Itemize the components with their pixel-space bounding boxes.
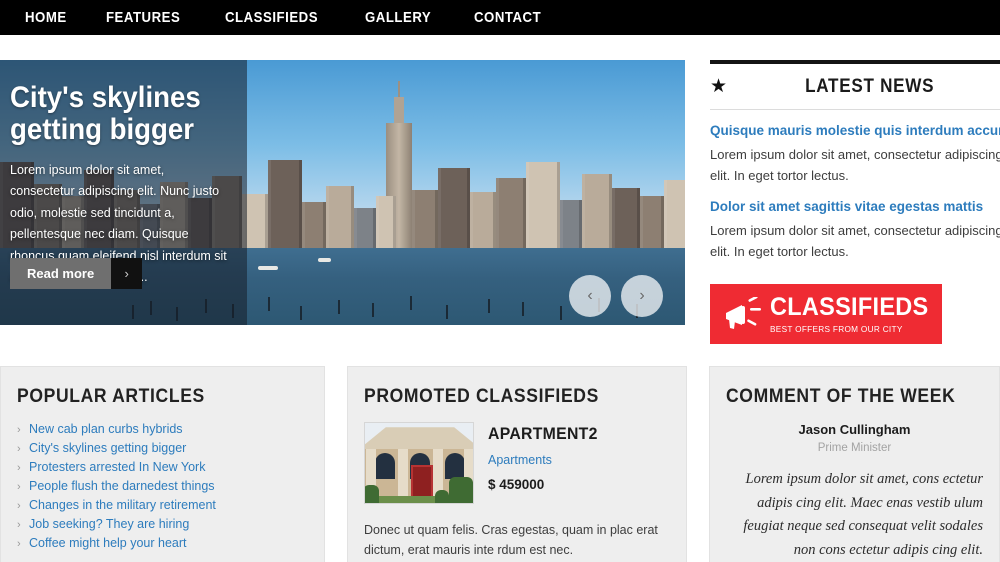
classifieds-banner-title: CLASSIFIEDS bbox=[770, 292, 929, 321]
listing-thumbnail-apartment[interactable] bbox=[364, 422, 474, 505]
hero-title: City's skylines getting bigger bbox=[10, 81, 201, 146]
comment-text: Lorem ipsum dolor sit amet, cons ectetur… bbox=[743, 471, 983, 558]
news-item-text: Lorem ipsum dolor sit amet, consectetur … bbox=[710, 223, 1000, 260]
nav-item-gallery[interactable]: GALLERY bbox=[350, 9, 446, 26]
popular-articles-list: › New cab plan curbs hybrids › City's sk… bbox=[17, 422, 308, 550]
nav-item-contact[interactable]: CONTACT bbox=[459, 9, 556, 26]
read-more-label: Read more bbox=[10, 258, 112, 289]
promoted-listing[interactable]: APARTMENT2 Apartments $ 459000 bbox=[364, 422, 670, 505]
list-item[interactable]: › Changes in the military retirement bbox=[17, 498, 308, 512]
news-item: Quisque mauris molestie quis interdum ac… bbox=[710, 110, 1000, 186]
star-icon: ★ bbox=[710, 76, 728, 97]
nav-item-home[interactable]: HOME bbox=[10, 9, 82, 26]
news-item: Dolor sit amet sagittis vitae egestas ma… bbox=[710, 186, 1000, 262]
chevron-right-icon: › bbox=[17, 462, 21, 475]
slider-prev-button[interactable]: ‹ bbox=[569, 275, 611, 317]
latest-news-header: ★ LATEST NEWS bbox=[710, 64, 1000, 110]
chevron-right-icon: › bbox=[111, 258, 143, 289]
popular-articles-title: POPULAR ARTICLES bbox=[17, 385, 205, 408]
chevron-right-icon: › bbox=[17, 481, 21, 494]
news-item-link[interactable]: Quisque mauris molestie quis interdum ac… bbox=[710, 123, 1000, 138]
chevron-left-icon: ‹ bbox=[587, 287, 593, 304]
article-link[interactable]: New cab plan curbs hybrids bbox=[29, 422, 183, 436]
list-item[interactable]: › Coffee might help your heart bbox=[17, 536, 308, 550]
latest-news-title: LATEST NEWS bbox=[805, 75, 935, 97]
listing-price: $ 459000 bbox=[488, 477, 545, 493]
listing-info: APARTMENT2 Apartments $ 459000 bbox=[488, 422, 606, 504]
main-navigation: HOME FEATURES CLASSIFIEDS GALLERY CONTAC… bbox=[0, 0, 1000, 35]
chevron-right-icon: › bbox=[17, 424, 21, 437]
chevron-right-icon: › bbox=[17, 500, 21, 513]
listing-category-link[interactable]: Apartments bbox=[488, 453, 606, 467]
latest-news-panel: ★ LATEST NEWS Quisque mauris molestie qu… bbox=[710, 60, 1000, 262]
chevron-right-icon: › bbox=[17, 538, 21, 551]
article-link[interactable]: Job seeking? They are hiring bbox=[29, 517, 189, 531]
news-item-text: Lorem ipsum dolor sit amet, consectetur … bbox=[710, 147, 1000, 184]
slider-navigation: ‹ › bbox=[569, 275, 663, 317]
list-item[interactable]: › New cab plan curbs hybrids bbox=[17, 422, 308, 436]
list-item[interactable]: › Job seeking? They are hiring bbox=[17, 517, 308, 531]
classifieds-banner[interactable]: CLASSIFIEDS BEST OFFERS FROM OUR CITY bbox=[710, 284, 942, 345]
slider-next-button[interactable]: › bbox=[621, 275, 663, 317]
article-link[interactable]: Protesters arrested In New York bbox=[29, 460, 205, 474]
list-item[interactable]: › People flush the darnedest things bbox=[17, 479, 308, 493]
article-link[interactable]: City's skylines getting bigger bbox=[29, 441, 186, 455]
chevron-right-icon: › bbox=[17, 443, 21, 456]
chevron-right-icon: › bbox=[17, 519, 21, 532]
promoted-classifieds-title: PROMOTED CLASSIFIEDS bbox=[364, 385, 599, 408]
classifieds-banner-subtitle: BEST OFFERS FROM OUR CITY bbox=[770, 323, 903, 334]
article-link[interactable]: Changes in the military retirement bbox=[29, 498, 216, 512]
nav-item-classifieds[interactable]: CLASSIFIEDS bbox=[210, 9, 333, 26]
list-item[interactable]: › City's skylines getting bigger bbox=[17, 441, 308, 455]
comment-author: Jason Cullingham bbox=[798, 422, 911, 438]
listing-description: Donec ut quam felis. Cras egestas, quam … bbox=[364, 523, 658, 558]
bottom-panels-row: POPULAR ARTICLES › New cab plan curbs hy… bbox=[0, 366, 1000, 562]
list-item[interactable]: › Protesters arrested In New York bbox=[17, 460, 308, 474]
comment-of-week-panel: COMMENT OF THE WEEK Jason Cullingham Pri… bbox=[709, 366, 1000, 562]
listing-name: APARTMENT2 bbox=[488, 424, 598, 444]
article-link[interactable]: People flush the darnedest things bbox=[29, 479, 215, 493]
chevron-right-icon: › bbox=[639, 287, 645, 304]
hero-slider[interactable]: City's skylines getting bigger Lorem ips… bbox=[0, 60, 685, 325]
sidebar: ★ LATEST NEWS Quisque mauris molestie qu… bbox=[710, 60, 1000, 345]
popular-articles-panel: POPULAR ARTICLES › New cab plan curbs hy… bbox=[0, 366, 325, 562]
classifieds-banner-text: CLASSIFIEDS BEST OFFERS FROM OUR CITY bbox=[770, 292, 939, 334]
nav-item-features[interactable]: FEATURES bbox=[91, 9, 195, 26]
promoted-classifieds-panel: PROMOTED CLASSIFIEDS APARTMENT2 Apartmen… bbox=[347, 366, 687, 562]
comment-of-week-title: COMMENT OF THE WEEK bbox=[726, 385, 956, 408]
megaphone-icon bbox=[722, 295, 766, 331]
article-link[interactable]: Coffee might help your heart bbox=[29, 536, 187, 550]
read-more-button[interactable]: Read more › bbox=[10, 258, 143, 289]
news-item-link[interactable]: Dolor sit amet sagittis vitae egestas ma… bbox=[710, 199, 1000, 214]
comment-author-role: Prime Minister bbox=[817, 442, 892, 455]
top-content-row: City's skylines getting bigger Lorem ips… bbox=[0, 35, 1000, 345]
